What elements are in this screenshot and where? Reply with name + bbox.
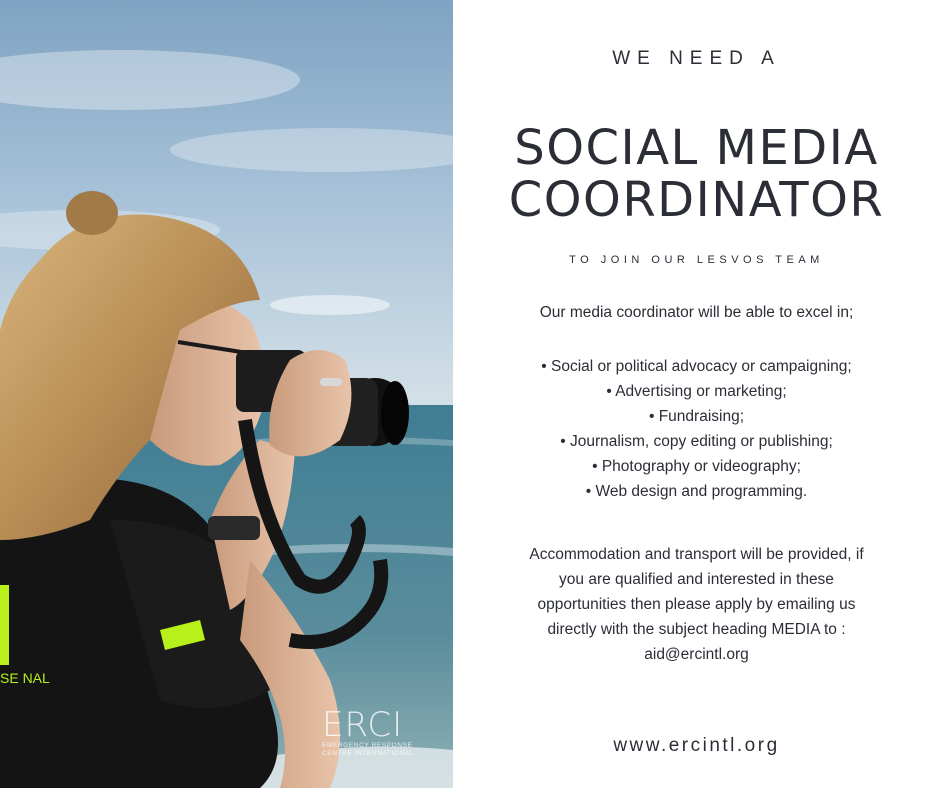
job-title-line-1: SOCIAL MEDIA [514, 120, 879, 176]
paragraph-line: opportunities then please apply by email… [537, 596, 856, 613]
application-paragraph: Accommodation and transport will be prov… [483, 542, 910, 667]
poster: SE NAL ERCI EMERGENCY RESPONSE CENTRE IN… [0, 0, 940, 788]
website-url: www.ercintl.org [613, 735, 780, 756]
skills-list: • Social or political advocacy or campai… [453, 354, 940, 504]
job-title-line-2: COORDINATOR [508, 172, 885, 228]
skill-item: • Journalism, copy editing or publishing… [560, 433, 833, 450]
skill-item: • Social or political advocacy or campai… [541, 358, 852, 375]
contact-email: aid@ercintl.org [644, 646, 749, 663]
intro-text: Our media coordinator will be able to ex… [539, 304, 854, 321]
skill-item: • Photography or videography; [592, 458, 801, 475]
text-panel: WE NEED A SOCIAL MEDIA COORDINATOR TO JO… [453, 0, 940, 788]
paragraph-line: you are qualified and interested in thes… [559, 571, 834, 588]
job-title: SOCIAL MEDIA COORDINATOR [453, 122, 940, 226]
skill-item: • Fundraising; [648, 408, 745, 425]
photo-panel: SE NAL ERCI EMERGENCY RESPONSE CENTRE IN… [0, 0, 453, 788]
erci-logo: ERCI Emergency Response Centre Internati… [322, 708, 414, 758]
skill-item: • Web design and programming. [585, 483, 808, 500]
logo-subline-2: Centre International [322, 750, 415, 757]
team-subtitle: TO JOIN OUR LESVOS TEAM [569, 254, 824, 266]
photographer-photo: SE NAL [0, 0, 453, 788]
paragraph-line: Accommodation and transport will be prov… [529, 546, 864, 563]
logo-subline-1: Emergency Response [322, 742, 413, 749]
shirt-text-1: SE NAL [0, 670, 50, 686]
logo-mark: ERCI [322, 705, 404, 745]
paragraph-line: directly with the subject heading MEDIA … [547, 621, 846, 638]
skill-item: • Advertising or marketing; [606, 383, 787, 400]
kicker-heading: WE NEED A [612, 48, 781, 69]
